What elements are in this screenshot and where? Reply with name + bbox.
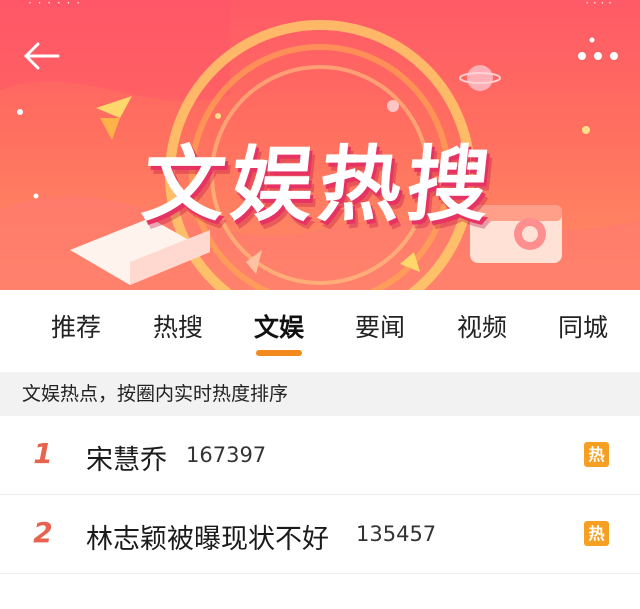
section-description: 文娱热点，按圈内实时热度排序 (0, 372, 640, 416)
rank-number: 2 (33, 516, 53, 549)
back-button[interactable] (20, 38, 64, 74)
status-right: · · · · (585, 0, 612, 10)
item-title: 宋慧乔 (86, 445, 167, 476)
tab-news[interactable]: 要闻 (340, 308, 420, 344)
row-divider (0, 573, 640, 574)
status-left: · · · · · · (28, 0, 81, 10)
hot-badge: 热 (584, 442, 609, 467)
header-banner: · · · · · · · · · · 文娱热搜 (0, 0, 640, 290)
rank-number: 1 (33, 437, 53, 470)
heat-count: 167397 (186, 443, 267, 467)
list-item[interactable]: 1 宋慧乔 167397 热 (0, 416, 640, 494)
tab-local[interactable]: 同城 (543, 308, 623, 344)
tab-video[interactable]: 视频 (442, 308, 522, 344)
category-tabs: 推荐 热搜 文娱 要闻 视频 同城 (0, 290, 640, 362)
heat-count: 135457 (356, 522, 437, 546)
banner-title: 文娱热搜 (138, 138, 501, 233)
back-arrow-icon (24, 42, 60, 70)
item-title: 林志颖被曝现状不好 (86, 524, 329, 555)
status-bar: · · · · · · · · · · (0, 0, 640, 12)
active-tab-indicator (256, 350, 302, 356)
tab-entertainment[interactable]: 文娱 (239, 308, 319, 344)
list-item[interactable]: 2 林志颖被曝现状不好 135457 热 (0, 495, 640, 573)
more-dots-icon (578, 52, 618, 60)
tab-recommend[interactable]: 推荐 (36, 308, 116, 344)
more-button[interactable] (576, 42, 620, 70)
tab-hot-search[interactable]: 热搜 (138, 308, 218, 344)
hot-badge: 热 (584, 521, 609, 546)
